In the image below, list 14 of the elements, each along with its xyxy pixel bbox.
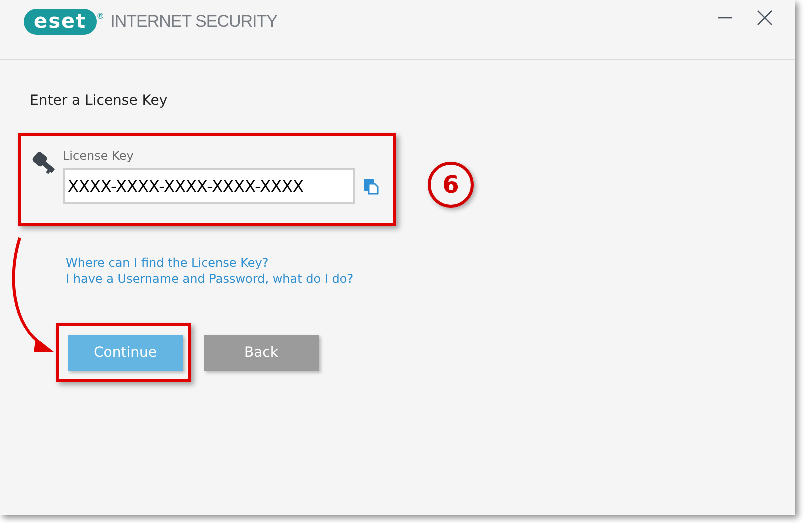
page-heading: Enter a License Key — [30, 93, 169, 109]
continue-button[interactable]: Continue — [68, 335, 183, 371]
field-label: License Key — [63, 149, 135, 163]
back-button[interactable]: Back — [204, 335, 319, 371]
key-icon — [30, 151, 58, 177]
window-title: INTERNET SECURITY — [110, 12, 278, 32]
step-number: 6 — [428, 162, 474, 208]
help-link[interactable]: I have a Username and Password, what do I do? — [66, 272, 354, 286]
logo: eset — [24, 8, 97, 34]
help-link[interactable]: Where can I find the License Key? — [66, 256, 269, 270]
paste-icon[interactable] — [363, 177, 379, 195]
license-key-field[interactable]: XXXX-XXXX-XXXX-XXXX-XXXX — [63, 168, 355, 204]
registered-mark-icon: ® — [96, 12, 105, 21]
close-icon[interactable] — [757, 10, 773, 26]
